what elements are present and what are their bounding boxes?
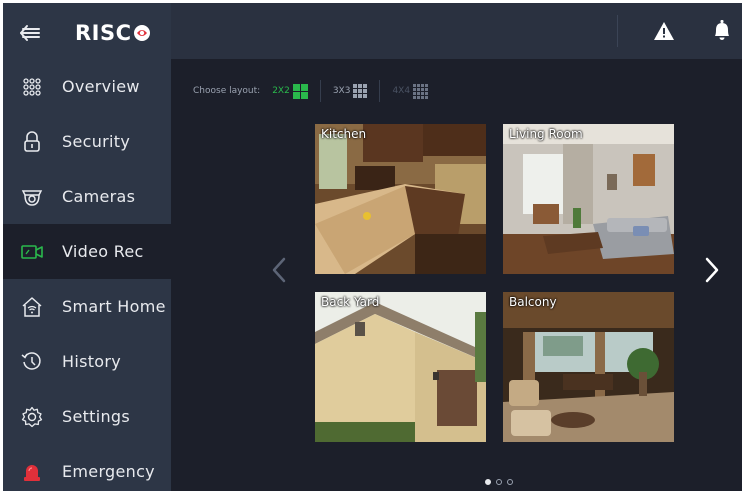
sidebar-item-label: Overview: [62, 77, 140, 96]
balcony-feed-image: [503, 292, 674, 442]
sidebar-item-history[interactable]: History: [3, 334, 171, 389]
camera-name: Back Yard: [321, 295, 380, 309]
sidebar: RISC Overview Security Cameras Video Rec…: [3, 3, 171, 491]
layout-divider: [379, 80, 381, 102]
sidebar-item-label: Smart Home: [62, 297, 166, 316]
sidebar-item-label: Emergency: [62, 462, 155, 481]
smart-home-icon: [21, 296, 43, 318]
history-icon: [21, 351, 43, 373]
layout-label: Choose layout:: [193, 86, 261, 96]
camera-tile-kitchen[interactable]: Kitchen: [315, 124, 486, 274]
sidebar-nav: Overview Security Cameras Video Rec Smar…: [3, 59, 171, 491]
previous-arrow-icon[interactable]: [271, 257, 287, 283]
bell-icon[interactable]: [711, 19, 733, 41]
lock-icon: [21, 130, 43, 153]
living-room-feed-image: [503, 124, 674, 274]
kitchen-feed-image: [315, 124, 486, 274]
top-bar: [171, 3, 742, 59]
layout-option-2x2[interactable]: 2X2: [272, 83, 308, 99]
logo-swirl-icon: [133, 25, 150, 41]
grid-dots-icon: [21, 76, 43, 98]
page-dot-3[interactable]: [507, 479, 513, 485]
camera-name: Balcony: [509, 295, 557, 309]
layout-option-3x3[interactable]: 3X3: [333, 84, 368, 98]
sidebar-item-label: Security: [62, 132, 131, 151]
layout-option-label: 2X2: [272, 86, 290, 96]
sidebar-item-security[interactable]: Security: [3, 114, 171, 169]
warning-icon[interactable]: [653, 21, 675, 41]
camera-icon: [21, 186, 43, 208]
camera-tile-living-room[interactable]: Living Room: [503, 124, 674, 274]
camera-name: Living Room: [509, 127, 583, 141]
emergency-icon: [21, 461, 43, 483]
brand-logo: RISC: [75, 21, 151, 45]
gear-icon: [21, 406, 43, 428]
layout-divider: [319, 80, 321, 102]
collapse-menu-icon[interactable]: [19, 23, 41, 43]
camera-name: Kitchen: [321, 127, 367, 141]
sidebar-item-label: Video Rec: [62, 242, 144, 261]
video-rec-icon: [21, 241, 43, 263]
sidebar-item-emergency[interactable]: Emergency: [3, 444, 171, 491]
grid-3x3-icon: [353, 84, 368, 98]
page-dot-1[interactable]: [485, 479, 491, 485]
sidebar-header: RISC: [3, 3, 171, 63]
layout-option-label: 3X3: [332, 86, 351, 96]
back-yard-feed-image: [315, 292, 486, 442]
grid-4x4-icon: [413, 83, 429, 99]
sidebar-item-label: History: [62, 352, 122, 371]
app-frame: RISC Overview Security Cameras Video Rec…: [3, 3, 742, 491]
layout-option-label: 4X4: [392, 86, 411, 96]
layout-option-4x4[interactable]: 4X4: [392, 83, 429, 99]
next-arrow-icon[interactable]: [704, 257, 720, 283]
sidebar-item-settings[interactable]: Settings: [3, 389, 171, 444]
sidebar-item-smart-home[interactable]: Smart Home: [3, 279, 171, 334]
sidebar-item-label: Settings: [62, 407, 131, 426]
topbar-divider: [617, 15, 618, 47]
logo-text: RISC: [75, 21, 132, 45]
camera-tile-back-yard[interactable]: Back Yard: [315, 292, 486, 442]
sidebar-item-overview[interactable]: Overview: [3, 59, 171, 114]
grid-2x2-icon: [292, 83, 308, 99]
sidebar-item-video-rec[interactable]: Video Rec: [3, 224, 171, 279]
page-indicator: [485, 479, 513, 485]
layout-chooser: Choose layout: 2X2 3X3 4X4: [193, 79, 429, 103]
page-dot-2[interactable]: [496, 479, 502, 485]
camera-tile-balcony[interactable]: Balcony: [503, 292, 674, 442]
sidebar-item-cameras[interactable]: Cameras: [3, 169, 171, 224]
sidebar-item-label: Cameras: [62, 187, 136, 206]
